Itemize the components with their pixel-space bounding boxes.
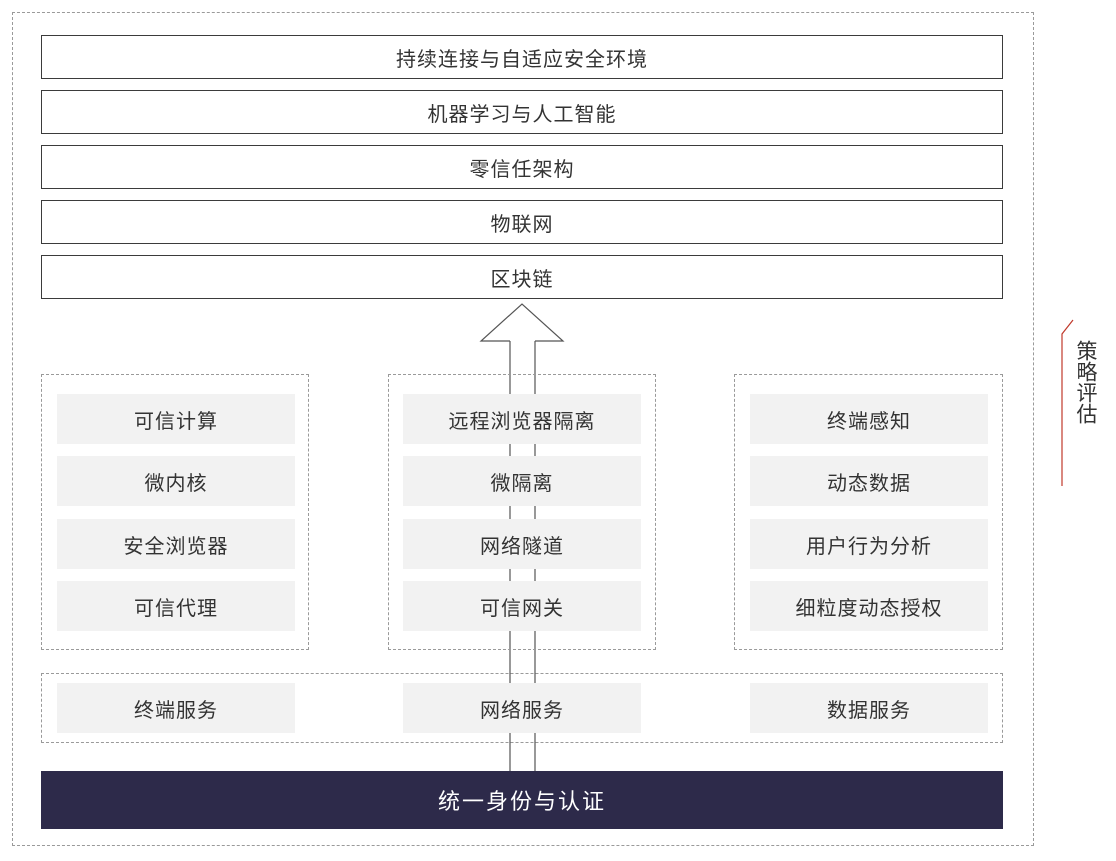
cell-user-behavior-analysis: 用户行为分析 xyxy=(750,519,988,569)
policy-evaluation-label: 策略评估 xyxy=(1074,340,1098,424)
cell-trusted-proxy: 可信代理 xyxy=(57,581,295,631)
cell-data-service: 数据服务 xyxy=(750,683,988,733)
cell-network-service: 网络服务 xyxy=(403,683,641,733)
cell-fine-grained-authorization: 细粒度动态授权 xyxy=(750,581,988,631)
cell-secure-browser: 安全浏览器 xyxy=(57,519,295,569)
cell-microkernel: 微内核 xyxy=(57,456,295,506)
cell-remote-browser-isolation: 远程浏览器隔离 xyxy=(403,394,641,444)
identity-auth-bar: 统一身份与认证 xyxy=(41,771,1003,829)
cell-endpoint-awareness: 终端感知 xyxy=(750,394,988,444)
cell-micro-segmentation: 微隔离 xyxy=(403,456,641,506)
cell-trusted-gateway: 可信网关 xyxy=(403,581,641,631)
cell-dynamic-data: 动态数据 xyxy=(750,456,988,506)
cell-endpoint-service: 终端服务 xyxy=(57,683,295,733)
cell-trusted-computing: 可信计算 xyxy=(57,394,295,444)
cell-network-tunnel: 网络隧道 xyxy=(403,519,641,569)
